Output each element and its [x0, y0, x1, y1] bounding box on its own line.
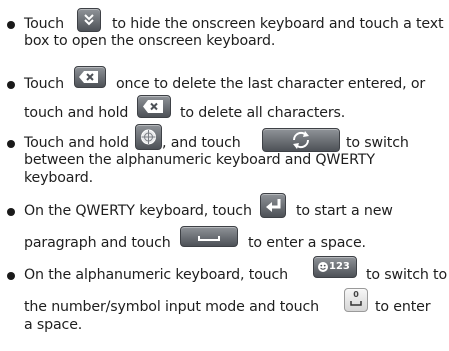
text: touch and hold — [24, 105, 129, 121]
text: On the QWERTY keyboard, touch — [24, 203, 252, 219]
text: to enter — [375, 299, 431, 315]
text: paragraph and touch — [24, 235, 171, 251]
text: between the alphanumeric keyboard and QW… — [24, 152, 375, 168]
bullet — [7, 272, 15, 280]
text: the number/symbol input mode and touch — [24, 299, 319, 315]
zero-space-key-icon: 0 — [344, 288, 368, 312]
text: a space. — [24, 317, 83, 333]
enter-key-icon — [260, 193, 286, 218]
input-method-icon — [135, 124, 162, 150]
bullet — [7, 140, 15, 148]
text: once to delete the last character entere… — [116, 76, 426, 92]
text: to start a new — [296, 203, 393, 219]
text: Touch and hold — [24, 135, 129, 151]
text: Touch — [24, 76, 64, 92]
symbol-mode-key-icon: 123 — [313, 256, 357, 278]
text: to switch — [346, 135, 409, 151]
bullet — [7, 81, 15, 89]
text: to switch to — [366, 267, 447, 283]
hide-keyboard-icon — [77, 8, 101, 32]
text: to hide the onscreen keyboard and touch … — [112, 16, 444, 32]
text: Touch — [24, 16, 64, 32]
key-label: 123 — [329, 261, 350, 272]
text: to delete all characters. — [180, 105, 346, 121]
bullet — [7, 21, 15, 29]
text: , and touch — [162, 135, 241, 151]
text: On the alphanumeric keyboard, touch — [24, 267, 289, 283]
text: box to open the onscreen keyboard. — [24, 33, 276, 49]
switch-keyboard-icon — [262, 128, 340, 152]
bullet — [7, 208, 15, 216]
delete-key-icon — [74, 66, 106, 88]
delete-key-icon — [137, 95, 171, 118]
space-key-icon — [180, 226, 238, 247]
text: keyboard. — [24, 170, 93, 186]
text: to enter a space. — [248, 235, 366, 251]
